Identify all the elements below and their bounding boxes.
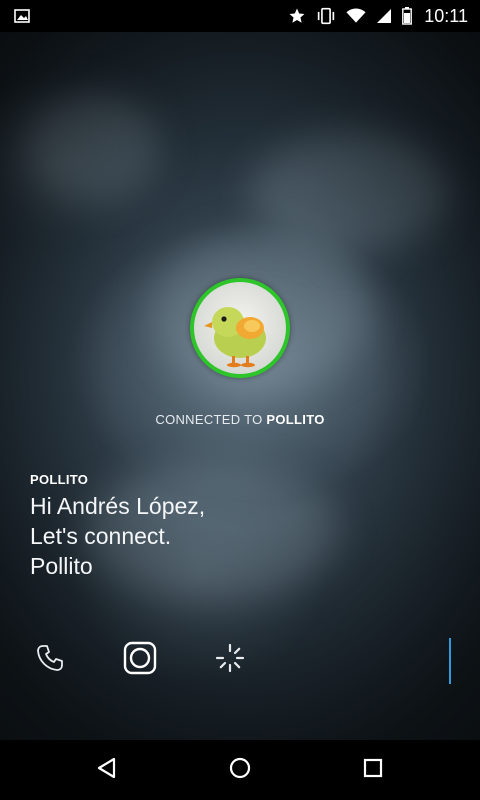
connection-prefix: CONNECTED TO bbox=[155, 412, 267, 427]
contact-avatar[interactable] bbox=[190, 278, 290, 378]
message-line: Let's connect. bbox=[30, 523, 172, 549]
clock-time: 10:11 bbox=[424, 5, 468, 26]
navigation-bar bbox=[0, 740, 480, 800]
back-button[interactable] bbox=[77, 740, 137, 800]
back-icon bbox=[95, 756, 119, 785]
signal-icon bbox=[376, 8, 392, 24]
connection-status: CONNECTED TO POLLITO bbox=[0, 412, 480, 427]
chick-photo bbox=[194, 282, 286, 374]
image-notification-icon bbox=[14, 8, 30, 24]
loading-spinner-icon bbox=[214, 642, 246, 679]
battery-icon bbox=[402, 7, 413, 25]
message-line: Pollito bbox=[30, 553, 93, 579]
message-line: Hi Andrés López, bbox=[30, 493, 206, 519]
status-bar: 10:11 bbox=[0, 0, 480, 32]
phone-icon bbox=[34, 642, 66, 679]
camera-button[interactable] bbox=[118, 638, 162, 682]
connection-contact-name: POLLITO bbox=[266, 412, 325, 427]
home-icon bbox=[228, 756, 252, 785]
star-icon bbox=[288, 7, 306, 25]
app-screen: 10:11 CONNECTED TO POLLITO POLLITO Hi An… bbox=[0, 0, 480, 800]
message-sender: POLLITO bbox=[30, 472, 89, 487]
call-button[interactable] bbox=[28, 638, 72, 682]
home-button[interactable] bbox=[210, 740, 270, 800]
action-bar bbox=[0, 630, 480, 690]
recents-icon bbox=[362, 757, 384, 784]
camera-icon bbox=[123, 641, 157, 680]
message-card: POLLITO Hi Andrés López, Let's connect. … bbox=[30, 472, 450, 581]
wifi-icon bbox=[346, 8, 366, 24]
activity-button[interactable] bbox=[208, 638, 252, 682]
vibrate-icon bbox=[316, 7, 336, 25]
recents-button[interactable] bbox=[343, 740, 403, 800]
text-input-cursor[interactable] bbox=[449, 638, 451, 684]
